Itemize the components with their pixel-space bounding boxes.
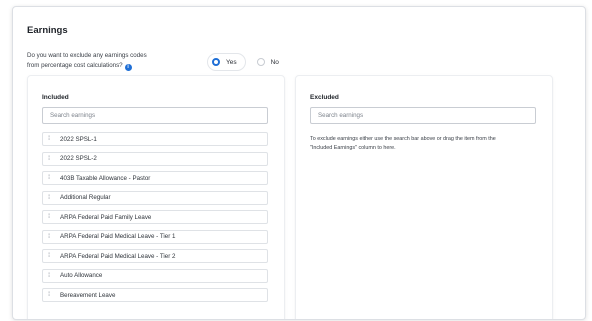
section-title: Earnings xyxy=(27,25,68,36)
list-item[interactable]: ⁞⁞ 2022 SPSL-2 xyxy=(42,151,268,166)
list-item[interactable]: ⁞⁞ Bereavement Leave xyxy=(42,288,268,302)
item-label: 403B Taxable Allowance - Pastor xyxy=(60,174,151,182)
hint-line-2: "Included Earnings" column to here. xyxy=(310,145,396,151)
list-item[interactable]: ⁞⁞ ARPA Federal Paid Medical Leave - Tier… xyxy=(42,249,268,263)
item-label: Auto Allowance xyxy=(60,272,103,279)
item-label: Bereavement Leave xyxy=(60,291,116,299)
hint-line-1: To exclude earnings either use the searc… xyxy=(310,136,496,142)
excluded-search-input[interactable]: Search earnings xyxy=(310,107,536,124)
item-label: Additional Regular xyxy=(60,194,111,201)
item-label: ARPA Federal Paid Medical Leave - Tier 2 xyxy=(60,252,176,260)
excluded-hint: To exclude earnings either use the searc… xyxy=(310,135,542,153)
drag-handle-icon[interactable]: ⁞⁞ xyxy=(48,214,54,220)
radio-no[interactable]: No xyxy=(252,53,288,71)
item-label: 2022 SPSL-1 xyxy=(60,135,97,143)
item-label: ARPA Federal Paid Medical Leave - Tier 1 xyxy=(60,233,176,240)
drag-handle-icon[interactable]: ⁞⁞ xyxy=(48,234,54,240)
drag-handle-icon[interactable]: ⁞⁞ xyxy=(48,253,54,259)
list-item[interactable]: ⁞⁞ Auto Allowance xyxy=(42,268,268,283)
excluded-panel[interactable]: Excluded Search earnings To exclude earn… xyxy=(295,75,553,319)
drag-handle-icon[interactable]: ⁞⁞ xyxy=(48,136,54,142)
item-label: ARPA Federal Paid Family Leave xyxy=(60,213,152,221)
exclude-radio-group: Yes No xyxy=(207,53,288,71)
radio-yes-label: Yes xyxy=(226,58,237,66)
excluded-title: Excluded xyxy=(310,94,339,101)
radio-no-label: No xyxy=(270,58,279,66)
list-item[interactable]: ⁞⁞ 403B Taxable Allowance - Pastor xyxy=(42,171,268,185)
included-title: Included xyxy=(42,94,69,101)
radio-yes-indicator xyxy=(212,58,220,66)
earnings-card: Earnings Do you want to exclude any earn… xyxy=(12,6,586,320)
list-item[interactable]: ⁞⁞ ARPA Federal Paid Medical Leave - Tier… xyxy=(42,229,268,244)
question-line-1: Do you want to exclude any earnings code… xyxy=(27,52,147,59)
drag-handle-icon[interactable]: ⁞⁞ xyxy=(48,292,54,298)
included-panel: Included Search earnings ⁞⁞ 2022 SPSL-1 ⁞… xyxy=(27,75,285,319)
question-line-2: from percentage cost calculations? xyxy=(27,62,123,69)
drag-handle-icon[interactable]: ⁞⁞ xyxy=(48,273,54,279)
list-item[interactable]: ⁞⁞ ARPA Federal Paid Family Leave xyxy=(42,210,268,224)
list-item[interactable]: ⁞⁞ 2022 SPSL-1 xyxy=(42,132,268,146)
list-item[interactable]: ⁞⁞ Additional Regular xyxy=(42,190,268,205)
drag-handle-icon[interactable]: ⁞⁞ xyxy=(48,156,54,162)
included-search-input[interactable]: Search earnings xyxy=(42,107,268,124)
info-icon[interactable]: i xyxy=(124,64,132,71)
drag-handle-icon[interactable]: ⁞⁞ xyxy=(48,175,54,181)
radio-yes[interactable]: Yes xyxy=(207,53,246,71)
radio-no-indicator xyxy=(256,58,265,66)
drag-handle-icon[interactable]: ⁞⁞ xyxy=(48,195,54,201)
included-list: ⁞⁞ 2022 SPSL-1 ⁞⁞ 2022 SPSL-2 ⁞⁞ 403B Taxab… xyxy=(42,132,268,308)
item-label: 2022 SPSL-2 xyxy=(60,155,97,162)
exclude-question: Do you want to exclude any earnings code… xyxy=(27,51,197,71)
